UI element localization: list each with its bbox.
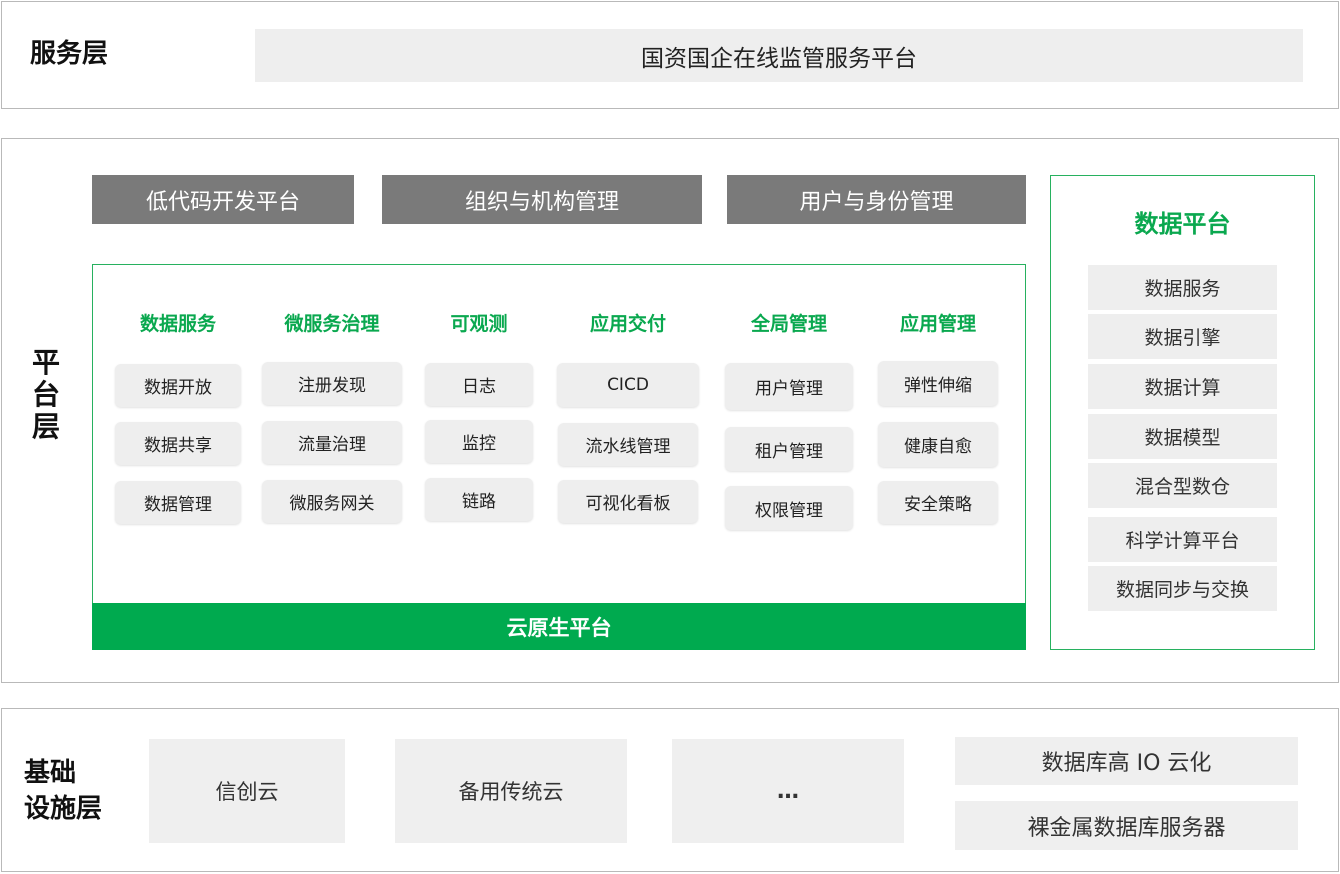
- dp-item-data-model: 数据模型: [1088, 414, 1277, 459]
- platform-layer-label: 平 台 层: [26, 347, 66, 443]
- xinchuang-cloud-box: 信创云: [149, 739, 345, 843]
- column-title-data-service: 数据服务: [139, 312, 216, 335]
- dp-item-data-sync-exchange: 数据同步与交换: [1088, 566, 1277, 611]
- column-title-app-management: 应用管理: [899, 312, 976, 335]
- org-management-bar: 组织与机构管理: [382, 175, 702, 224]
- infra-layer-label-line: 设施层: [24, 794, 103, 824]
- platform-layer: 平 台 层 低代码开发平台 组织与机构管理 用户与身份管理 数据服务 微服务治理…: [1, 138, 1339, 683]
- cloud-native-platform-bar: 云原生平台: [92, 603, 1026, 650]
- item-monitoring: 监控: [425, 420, 533, 463]
- ellipsis-box: …: [672, 739, 904, 843]
- infra-layer-label-line: 基础: [24, 758, 77, 788]
- backup-traditional-cloud-box: 备用传统云: [395, 739, 627, 843]
- dp-item-data-compute: 数据计算: [1088, 364, 1277, 409]
- platform-layer-label-char: 台: [31, 378, 60, 411]
- item-microservice-gateway: 微服务网关: [262, 480, 402, 523]
- platform-layer-label-char: 层: [31, 410, 60, 443]
- column-title-global-management: 全局管理: [750, 312, 827, 335]
- service-platform-box: 国资国企在线监管服务平台: [255, 29, 1303, 82]
- item-data-management: 数据管理: [115, 481, 241, 524]
- item-self-healing: 健康自愈: [878, 422, 998, 467]
- column-title-observability: 可观测: [450, 312, 508, 335]
- item-elastic-scaling: 弹性伸缩: [878, 361, 998, 406]
- platform-layer-label-char: 平: [31, 346, 60, 379]
- item-pipeline-management: 流水线管理: [558, 423, 698, 466]
- item-traffic-governance: 流量治理: [262, 421, 402, 464]
- low-code-platform-bar: 低代码开发平台: [92, 175, 354, 224]
- item-cicd: CICD: [557, 363, 699, 407]
- item-visual-dashboard: 可视化看板: [558, 480, 698, 523]
- data-platform-box: 数据平台 数据服务 数据引擎 数据计算 数据模型 混合型数仓 科学计算平台 数据…: [1050, 175, 1315, 650]
- cloud-native-box: 数据服务 微服务治理 可观测 应用交付 全局管理 应用管理 数据开放 数据共享 …: [92, 264, 1026, 650]
- column-title-microservice: 微服务治理: [284, 312, 380, 335]
- item-tenant-management: 租户管理: [725, 427, 853, 471]
- data-platform-title: 数据平台: [1134, 209, 1231, 238]
- item-data-share: 数据共享: [115, 422, 241, 465]
- item-data-open: 数据开放: [115, 364, 241, 407]
- item-service-discovery: 注册发现: [262, 362, 402, 405]
- bare-metal-db-server-box: 裸金属数据库服务器: [955, 801, 1298, 850]
- service-layer: 服务层 国资国企在线监管服务平台: [1, 1, 1339, 109]
- column-title-app-delivery: 应用交付: [589, 312, 666, 335]
- dp-item-data-service: 数据服务: [1088, 265, 1277, 310]
- item-tracing: 链路: [425, 478, 533, 521]
- item-logs: 日志: [425, 363, 533, 406]
- item-user-management: 用户管理: [725, 363, 853, 410]
- dp-item-scientific-computing: 科学计算平台: [1088, 517, 1277, 562]
- dp-item-data-engine: 数据引擎: [1088, 314, 1277, 359]
- infra-layer: 基础 设施层 信创云 备用传统云 … 数据库高 IO 云化 裸金属数据库服务器: [1, 708, 1339, 872]
- item-permission-management: 权限管理: [725, 486, 853, 530]
- item-security-policy: 安全策略: [878, 481, 998, 524]
- dp-item-hybrid-warehouse: 混合型数仓: [1088, 463, 1277, 508]
- db-high-io-cloud-box: 数据库高 IO 云化: [955, 737, 1298, 785]
- infra-layer-label: 基础 设施层: [24, 755, 102, 827]
- service-layer-label: 服务层: [30, 39, 109, 69]
- user-identity-bar: 用户与身份管理: [727, 175, 1026, 224]
